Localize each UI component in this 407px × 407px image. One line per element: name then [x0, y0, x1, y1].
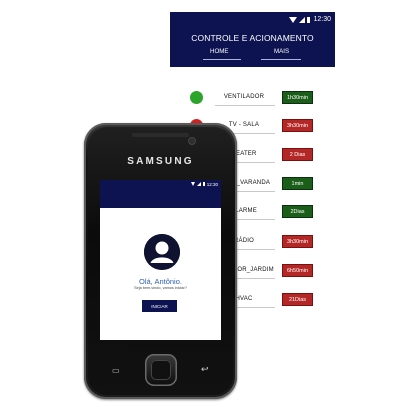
app-title: CONTROLE E ACIONAMENTO [191, 33, 314, 43]
device-timer-badge: 21Dias [282, 293, 313, 306]
start-button[interactable]: INICIAR [142, 300, 177, 312]
status-indicator-on[interactable] [190, 91, 203, 104]
wifi-icon [289, 16, 298, 23]
device-timer-badge: 1min [282, 177, 313, 190]
welcome-subtext: Seja bem-vindo, vamos iniciar? [134, 286, 187, 290]
tab-mais[interactable]: MAIS [274, 48, 289, 55]
device-row-ventilador: VENTILADOR 1h30min [170, 91, 335, 106]
welcome-greeting: Olá, Antônio. [139, 277, 182, 286]
menu-icon[interactable]: ▭ [112, 366, 120, 375]
device-underline [215, 105, 275, 106]
phone-screen: 12:30 Olá, Antônio. Seja bem-vindo, vamo… [100, 180, 221, 340]
phone-brand: SAMSUNG [127, 156, 194, 167]
wifi-icon [190, 182, 195, 186]
home-button-inner [151, 360, 171, 380]
device-timer-badge: 6h50min [282, 264, 313, 277]
signal-icon [299, 16, 306, 23]
battery-icon [202, 182, 205, 186]
user-avatar-icon [144, 234, 180, 270]
tab-home-underline [203, 59, 241, 60]
battery-icon [307, 16, 311, 23]
phone-status-time: 12:30 [206, 181, 218, 187]
phone-mockup: SAMSUNG 12:30 Olá, Antônio. Seja bem-vin… [84, 123, 237, 399]
signal-icon [196, 182, 201, 186]
device-timer-badge: 2 Dias [282, 148, 313, 161]
status-time: 12:30 [313, 16, 331, 23]
device-timer-badge: 3h30min [282, 119, 313, 132]
phone-app-bar [100, 188, 221, 208]
status-bar: 12:30 [170, 12, 335, 27]
device-timer-badge: 2Dias [282, 205, 313, 218]
app-header: CONTROLE E ACIONAMENTO HOME MAIS [170, 27, 335, 67]
home-button[interactable] [145, 354, 177, 386]
device-timer-badge: 1h30min [282, 91, 313, 104]
phone-speaker [132, 133, 189, 137]
tab-home[interactable]: HOME [210, 48, 229, 55]
tab-mais-underline [261, 59, 301, 60]
device-name: VENTILADOR [223, 94, 265, 100]
device-timer-badge: 3h30min [282, 235, 313, 248]
camera-icon [188, 137, 196, 145]
phone-status-bar: 12:30 [100, 180, 221, 188]
back-icon[interactable]: ↩ [201, 364, 209, 375]
